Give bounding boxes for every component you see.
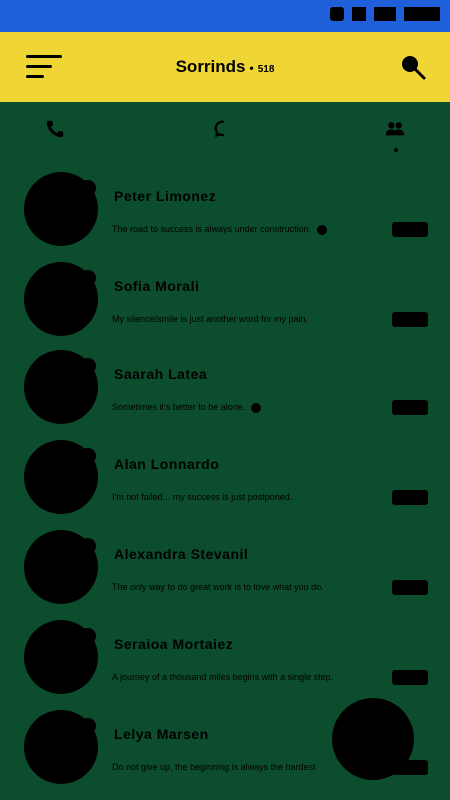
status-badge: [80, 628, 96, 644]
status-badge: [80, 180, 96, 196]
chat-message-preview: The only way to do great work is to love…: [112, 582, 324, 592]
chat-name: Alan Lonnardo: [114, 456, 220, 472]
chat-item-peter-limonez[interactable]: Peter Limonez The road to success is alw…: [0, 168, 450, 256]
app-title: Sorrinds • 518: [0, 57, 450, 77]
chat-message-preview: The road to success is always under cons…: [112, 224, 328, 235]
phone-icon: [46, 120, 64, 138]
notification-icon: [330, 7, 344, 21]
seen-indicator-icon: [251, 402, 262, 413]
chat-item-alexandra-stevanil[interactable]: Alexandra Stevanil The only way to do gr…: [0, 526, 450, 614]
chat-message-preview: My silence/smile is just another word fo…: [112, 314, 308, 324]
status-icons: [330, 7, 440, 21]
tab-bar: [0, 102, 450, 162]
signal-icon: [352, 7, 366, 21]
battery-icon: [404, 7, 440, 21]
chat-message-text: Sometimes it's better to be alone.: [112, 402, 246, 412]
chat-name: Seraioa Mortaiez: [114, 636, 234, 652]
chat-message-preview: Do not give up, the beginning is always …: [112, 762, 316, 772]
tab-chats[interactable]: [212, 118, 242, 148]
chat-message-text: The only way to do great work is to love…: [112, 582, 324, 592]
chat-message-text: Do not give up, the beginning is always …: [112, 762, 316, 772]
seen-indicator-icon: [317, 224, 328, 235]
status-badge: [80, 270, 96, 286]
chat-item-seraioa-mortaiez[interactable]: Seraioa Mortaiez A journey of a thousand…: [0, 616, 450, 704]
tab-groups[interactable]: [384, 118, 414, 148]
chat-message-preview: I'm not failed... my success is just pos…: [112, 492, 292, 502]
status-badge: [80, 448, 96, 464]
wifi-icon: [374, 7, 396, 21]
status-badge: [80, 538, 96, 554]
chat-message-text: A journey of a thousand miles begins wit…: [112, 672, 334, 682]
title-separator: •: [249, 61, 254, 75]
chat-icon: [214, 120, 225, 138]
search-icon[interactable]: [398, 52, 428, 82]
chat-name: Lelya Marsen: [114, 726, 209, 742]
chat-message-preview: A journey of a thousand miles begins wit…: [112, 672, 333, 682]
tab-calls[interactable]: [44, 118, 74, 148]
chat-message-text: The road to success is always under cons…: [112, 224, 312, 234]
app-title-text: Sorrinds: [175, 57, 246, 76]
active-tab-indicator: [394, 148, 398, 152]
time-badge: [392, 580, 428, 595]
chat-name: Alexandra Stevanil: [114, 546, 249, 562]
chat-name: Sofia Morali: [114, 278, 200, 294]
chat-message-text: I'm not failed... my success is just pos…: [112, 492, 293, 502]
app-bar: Sorrinds • 518: [0, 32, 450, 102]
time-badge: [392, 670, 428, 685]
time-badge: [392, 222, 428, 237]
status-badge: [80, 718, 96, 734]
chat-item-saarah-latea[interactable]: Saarah Latea Sometimes it's better to be…: [0, 346, 450, 434]
chat-message-text: My silence/smile is just another word fo…: [112, 314, 309, 324]
time-badge: [392, 490, 428, 505]
chat-message-preview: Sometimes it's better to be alone.: [112, 402, 262, 413]
title-count: 518: [257, 64, 275, 75]
chat-item-alan-lonnardo[interactable]: Alan Lonnardo I'm not failed... my succe…: [0, 436, 450, 524]
status-bar: [0, 0, 450, 32]
group-icon: [385, 122, 405, 136]
time-badge: [392, 400, 428, 415]
new-chat-fab-button[interactable]: [332, 698, 414, 780]
chat-name: Saarah Latea: [114, 366, 208, 382]
time-badge: [392, 312, 428, 327]
status-badge: [80, 358, 96, 374]
chat-name: Peter Limonez: [114, 188, 217, 204]
chat-item-sofia-morali[interactable]: Sofia Morali My silence/smile is just an…: [0, 258, 450, 346]
